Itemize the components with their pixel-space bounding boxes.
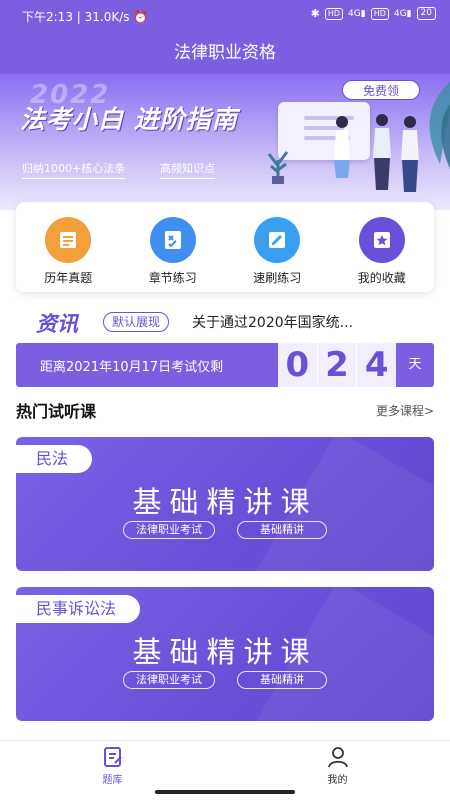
status-time: 下午2:13 [22, 10, 73, 24]
course-tag: 民事诉讼法 [16, 595, 141, 623]
quick-nav-label: 历年真题 [44, 271, 93, 285]
plant-illustration [267, 151, 289, 184]
countdown-unit: 天 [408, 357, 422, 372]
countdown-digit: 4 [364, 345, 389, 385]
course-chip: 法律职业考试 [123, 671, 215, 689]
course-chip: 法律职业考试 [123, 521, 215, 539]
course-card-civil-procedure[interactable]: 民事诉讼法 基础精讲课 法律职业考试 基础精讲 [16, 587, 434, 721]
course-title: 基础精讲课 [132, 635, 318, 669]
countdown-digit: 0 [278, 343, 318, 387]
signal-icon: 4G▮ [348, 8, 366, 19]
countdown-label: 距离2021年10月17日考试仅剩 [40, 360, 224, 375]
home-indicator[interactable] [155, 790, 295, 794]
quick-nav-quick-practice[interactable]: 速刷练习 [225, 202, 330, 292]
tab-label: 题库 [102, 775, 123, 786]
quick-nav-label: 我的收藏 [357, 271, 406, 285]
hd-badge-2: HD [370, 7, 389, 20]
top-bar: 下午2:13 | 31.0K/s ⏰ ✱ HD 4G▮ HD 4G▮ 20 法律… [0, 0, 450, 74]
alarm-icon: ⏰ [133, 10, 149, 24]
bluetooth-icon: ✱ [310, 7, 320, 20]
star-icon [373, 232, 390, 248]
quick-nav-card: 历年真题 章节练习 速刷练习 我的收藏 [16, 202, 434, 292]
pencil-icon [269, 232, 286, 248]
more-courses-link[interactable]: 更多课程> [376, 402, 434, 419]
banner-tag-key-points: 高频知识点 [160, 160, 215, 179]
status-bar: 下午2:13 | 31.0K/s ⏰ ✱ HD 4G▮ HD 4G▮ 20 [0, 0, 450, 30]
course-chips: 法律职业考试 基础精讲 [16, 521, 434, 539]
course-chip: 基础精讲 [237, 521, 327, 539]
course-chips: 法律职业考试 基础精讲 [16, 671, 434, 689]
quick-nav-favorites[interactable]: 我的收藏 [330, 202, 435, 292]
tab-label: 我的 [327, 775, 348, 786]
profile-icon [327, 747, 348, 768]
status-net-speed: 31.0K/s [84, 10, 130, 24]
news-headline[interactable]: 关于通过2020年国家统... [192, 312, 353, 332]
quick-nav-chapter-practice[interactable]: 章节练习 [121, 202, 226, 292]
course-title: 基础精讲课 [132, 485, 318, 519]
promo-banner[interactable]: 2022 法考小白 进阶指南 归纳1000+核心法条 高频知识点 免费领 [0, 74, 450, 210]
battery-icon: 20 [416, 7, 436, 20]
checklist-icon [164, 231, 181, 249]
quick-nav-label: 速刷练习 [253, 271, 302, 285]
course-tag: 民法 [16, 445, 93, 473]
page-title: 法律职业资格 [174, 43, 276, 63]
quick-nav-past-exams[interactable]: 历年真题 [16, 202, 121, 292]
banner-headline: 法考小白 进阶指南 [20, 105, 238, 134]
course-card-civil-law[interactable]: 民法 基础精讲课 法律职业考试 基础精讲 [16, 437, 434, 571]
news-ticker[interactable]: 资讯 默认展现 关于通过2020年国家统... [0, 306, 450, 336]
news-badge: 默认展现 [103, 312, 170, 332]
question-bank-icon [103, 747, 122, 767]
countdown-digit: 2 [318, 343, 358, 387]
signal-icon-2: 4G▮ [393, 8, 412, 19]
hd-badge: HD [324, 7, 344, 20]
banner-tag-core-laws: 归纳1000+核心法条 [22, 160, 126, 179]
course-chip: 基础精讲 [237, 671, 327, 689]
status-icons: ✱ HD 4G▮ HD 4G▮ 20 [311, 7, 436, 20]
document-icon [60, 232, 77, 248]
quick-nav-label: 章节练习 [148, 271, 197, 285]
countdown-digits: 0 2 4 [278, 343, 396, 387]
exam-countdown: 距离2021年10月17日考试仅剩 0 2 4 天 [16, 343, 434, 387]
section-title-hot-courses: 热门试听课 [16, 402, 97, 421]
news-logo: 资讯 [36, 312, 78, 336]
leaf-decoration [429, 81, 450, 169]
